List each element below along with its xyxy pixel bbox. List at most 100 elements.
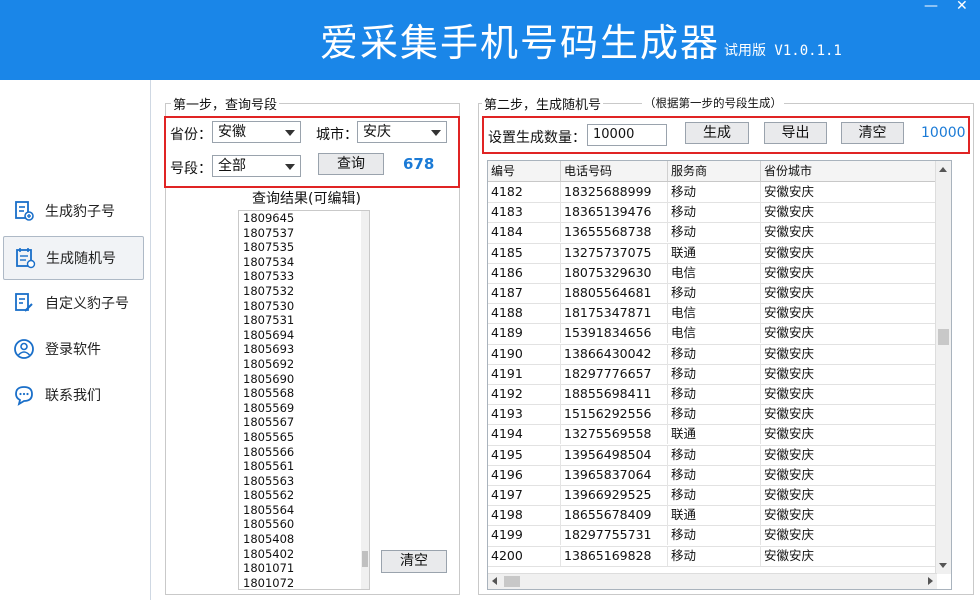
scrollbar-thumb[interactable]	[938, 329, 949, 345]
table-cell: 安徽安庆	[761, 262, 937, 283]
app-version: 试用版 V1.0.1.1	[724, 43, 842, 59]
list-item[interactable]: 1809645	[239, 211, 369, 226]
generate-button[interactable]: 生成	[685, 122, 749, 144]
scrollbar-thumb[interactable]	[362, 551, 368, 567]
generated-count: 10000	[921, 125, 966, 141]
table-row[interactable]: 4191 18297776657 移动 安徽安庆	[488, 363, 937, 385]
table-row[interactable]: 4195 13956498504 移动 安徽安庆	[488, 444, 937, 466]
table-cell: 移动	[668, 464, 761, 485]
sidebar-item-custom-leopard[interactable]: 自定义豹子号	[3, 282, 142, 324]
sidebar-item-label: 登录软件	[45, 342, 101, 358]
scroll-left-icon[interactable]	[492, 577, 497, 585]
table-row[interactable]: 4192 18855698411 移动 安徽安庆	[488, 384, 937, 406]
list-item[interactable]: 1807534	[239, 255, 369, 270]
sidebar: 生成豹子号 生成随机号 自定义豹子号 登录软件 联系我们	[0, 80, 151, 600]
table-row[interactable]: 4200 13865169828 移动 安徽安庆	[488, 545, 937, 567]
list-item[interactable]: 1805567	[239, 415, 369, 430]
scroll-right-icon[interactable]	[928, 577, 933, 585]
list-item[interactable]: 1805560	[239, 517, 369, 532]
list-item[interactable]: 1805690	[239, 372, 369, 387]
list-item[interactable]: 1805402	[239, 547, 369, 562]
list-scrollbar[interactable]	[361, 211, 369, 589]
table-row[interactable]: 4188 18175347871 电信 安徽安庆	[488, 303, 937, 325]
list-item[interactable]: 1805568	[239, 386, 369, 401]
list-item[interactable]: 1807535	[239, 240, 369, 255]
list-item[interactable]: 1807532	[239, 284, 369, 299]
table-row[interactable]: 4193 15156292556 移动 安徽安庆	[488, 404, 937, 426]
edit-document-icon	[11, 290, 37, 316]
list-item[interactable]: 1807533	[239, 269, 369, 284]
table-cell: 18325688999	[561, 182, 668, 202]
sidebar-item-generate-leopard[interactable]: 生成豹子号	[3, 190, 142, 232]
table-cell: 安徽安庆	[761, 444, 937, 465]
list-item[interactable]: 1805561	[239, 459, 369, 474]
column-header[interactable]: 省份城市	[761, 161, 937, 181]
table-cell: 13275569558	[561, 424, 668, 445]
sidebar-item-label: 自定义豹子号	[45, 296, 129, 312]
segment-count: 678	[403, 155, 435, 173]
random-numbers-table[interactable]: 编号 电话号码 服务商 省份城市 4182 18325688999 移动 安徽安庆 41…	[487, 160, 952, 590]
table-row[interactable]: 4186 18075329630 电信 安徽安庆	[488, 262, 937, 284]
sidebar-item-generate-random[interactable]: 生成随机号	[3, 236, 144, 280]
list-item[interactable]: 1805408	[239, 532, 369, 547]
table-row[interactable]: 4197 13966929525 移动 安徽安庆	[488, 485, 937, 507]
list-item[interactable]: 1805562	[239, 488, 369, 503]
table-cell: 4194	[488, 424, 561, 445]
sidebar-item-login[interactable]: 登录软件	[3, 328, 142, 370]
table-row[interactable]: 4184 13655568738 移动 安徽安庆	[488, 222, 937, 244]
list-item[interactable]: 1805565	[239, 430, 369, 445]
clear-table-button[interactable]: 清空	[841, 122, 904, 144]
scroll-up-icon[interactable]	[939, 167, 947, 172]
list-item[interactable]: 1805694	[239, 328, 369, 343]
table-cell: 安徽安庆	[761, 202, 937, 223]
quantity-input[interactable]: 10000	[587, 124, 667, 146]
province-select[interactable]: 安徽	[212, 121, 301, 143]
table-row[interactable]: 4183 18365139476 移动 安徽安庆	[488, 202, 937, 224]
minimize-button[interactable]: —	[924, 0, 938, 14]
list-item[interactable]: 1805569	[239, 401, 369, 416]
sidebar-item-contact[interactable]: 联系我们	[3, 374, 142, 416]
list-item[interactable]: 1807530	[239, 299, 369, 314]
list-item[interactable]: 1805566	[239, 445, 369, 460]
scrollbar-thumb[interactable]	[504, 576, 520, 587]
segment-result-list[interactable]: 1809645 1807537 1807535 1807534 1807533 18075…	[238, 210, 370, 590]
table-row[interactable]: 4187 18805564681 移动 安徽安庆	[488, 283, 937, 305]
table-row[interactable]: 4190 13866430042 移动 安徽安庆	[488, 343, 937, 365]
province-label: 省份：	[170, 127, 212, 143]
list-item[interactable]: 1805693	[239, 342, 369, 357]
scroll-down-icon[interactable]	[939, 563, 947, 568]
export-button[interactable]: 导出	[764, 122, 827, 144]
table-cell: 电信	[668, 303, 761, 324]
table-row[interactable]: 4194 13275569558 联通 安徽安庆	[488, 424, 937, 446]
table-cell: 联通	[668, 505, 761, 526]
table-row[interactable]: 4198 18655678409 联通 安徽安庆	[488, 505, 937, 527]
list-item[interactable]: 1805564	[239, 503, 369, 518]
query-button[interactable]: 查询	[318, 153, 384, 175]
segment-select[interactable]: 全部	[212, 155, 301, 177]
table-row[interactable]: 4189 15391834656 电信 安徽安庆	[488, 323, 937, 345]
list-item[interactable]: 1801071	[239, 561, 369, 576]
column-header[interactable]: 电话号码	[561, 161, 668, 181]
table-cell: 安徽安庆	[761, 424, 937, 445]
table-cell: 安徽安庆	[761, 525, 937, 546]
table-cell: 安徽安庆	[761, 384, 937, 404]
table-vertical-scrollbar[interactable]	[935, 161, 951, 574]
list-item[interactable]: 1807531	[239, 313, 369, 328]
list-item[interactable]: 1805692	[239, 357, 369, 372]
document-generate-icon	[11, 198, 37, 224]
list-item[interactable]: 1807537	[239, 226, 369, 241]
list-item[interactable]: 1805563	[239, 474, 369, 489]
table-row[interactable]: 4196 13965837064 移动 安徽安庆	[488, 464, 937, 486]
clear-result-button[interactable]: 清空	[381, 550, 447, 573]
list-item[interactable]: 1801072	[239, 576, 369, 589]
table-row[interactable]: 4185 13275737075 联通 安徽安庆	[488, 242, 937, 264]
table-horizontal-scrollbar[interactable]	[488, 573, 937, 589]
city-select[interactable]: 安庆	[357, 121, 447, 143]
column-header[interactable]: 编号	[488, 161, 561, 181]
column-header[interactable]: 服务商	[668, 161, 761, 181]
close-button[interactable]: ✕	[956, 0, 968, 14]
quantity-value: 10000	[593, 127, 635, 142]
table-row[interactable]: 4182 18325688999 移动 安徽安庆	[488, 182, 937, 204]
app-header: 爱采集手机号码生成器 试用版 V1.0.1.1 — ✕	[0, 0, 980, 80]
table-row[interactable]: 4199 18297755731 移动 安徽安庆	[488, 525, 937, 547]
